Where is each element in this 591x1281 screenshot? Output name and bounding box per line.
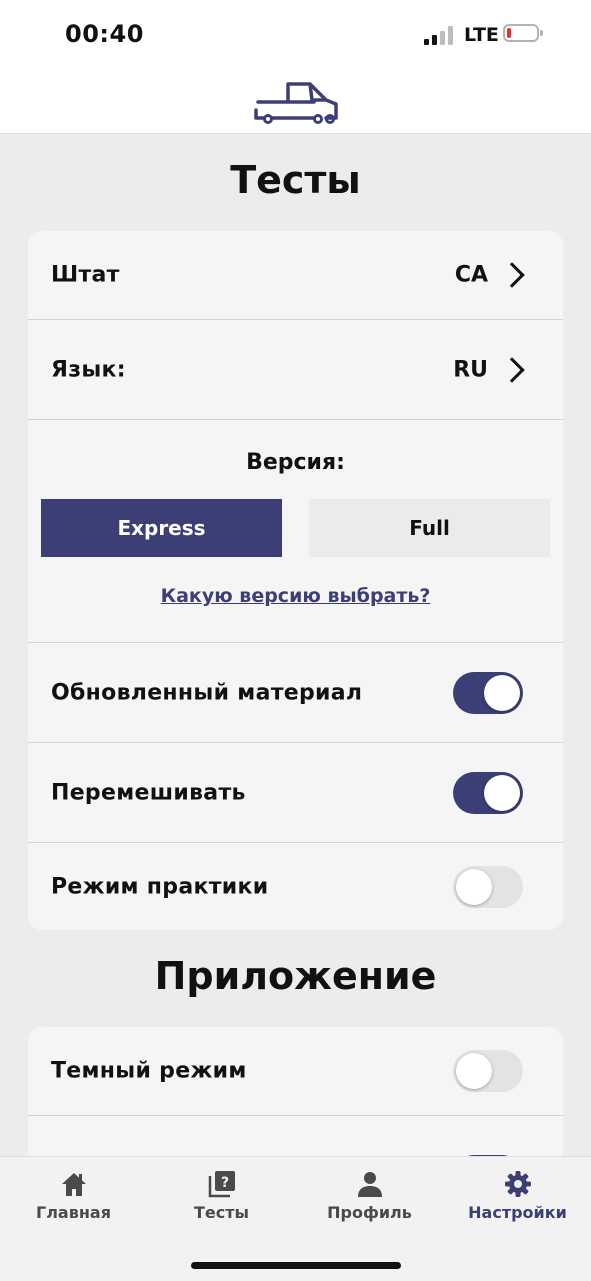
tab-home-label: Главная [36,1203,111,1222]
version-title: Версия: [246,450,345,475]
shuffle-label: Перемешивать [51,780,246,805]
version-full-button[interactable]: Full [309,499,550,557]
dark-mode-label: Темный режим [51,1058,247,1084]
practice-mode-label: Режим практики [51,874,269,899]
status-time: 00:40 [65,20,144,48]
language-row[interactable]: Язык: RU [28,320,563,420]
app-header [0,68,591,134]
language-value: RU [453,357,488,382]
tests-settings-card: Штат CA Язык: RU Версия: Express Full Ка… [28,231,563,930]
chevron-right-icon [499,356,525,383]
practice-mode-row: Режим практики [28,843,563,930]
quiz-icon: ? [208,1171,235,1198]
updated-material-row: Обновленный материал [28,643,563,743]
version-express-button[interactable]: Express [41,499,282,557]
shuffle-row: Перемешивать [28,743,563,843]
gear-icon [505,1171,531,1197]
tab-settings-label: Настройки [468,1203,567,1222]
tests-section-title: Тесты [230,158,361,202]
practice-mode-toggle[interactable] [453,865,523,908]
truck-icon [254,82,338,124]
home-indicator [191,1262,401,1269]
dark-mode-toggle[interactable] [453,1050,523,1092]
svg-text:?: ? [221,1175,229,1191]
state-row[interactable]: Штат CA [28,231,563,320]
battery-icon [503,24,543,42]
status-bar: 00:40 LTE [0,0,591,68]
person-icon [358,1172,382,1197]
shuffle-toggle[interactable] [453,771,523,814]
home-icon [62,1173,86,1196]
state-label: Штат [51,262,120,288]
dark-mode-row: Темный режим [28,1027,563,1116]
updated-material-label: Обновленный материал [51,680,363,705]
state-value: CA [454,262,488,288]
tab-profile[interactable]: Профиль [296,1157,443,1237]
tab-home[interactable]: Главная [0,1157,147,1237]
chevron-right-icon [499,262,525,288]
language-label: Язык: [51,357,126,382]
tab-tests[interactable]: ? Тесты [148,1157,295,1237]
tab-tests-label: Тесты [194,1203,249,1222]
version-row: Версия: Express Full Какую версию выбрат… [28,420,563,643]
tab-settings[interactable]: Настройки [444,1157,591,1237]
updated-material-toggle[interactable] [453,671,523,714]
version-help-link[interactable]: Какую версию выбрать? [28,585,563,607]
network-type: LTE [464,24,499,46]
signal-icon [424,25,456,45]
tab-profile-label: Профиль [327,1203,412,1222]
app-section-title: Приложение [154,954,437,998]
